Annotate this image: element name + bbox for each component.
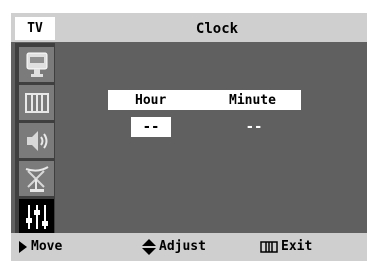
- adjust-arrows-icon: [142, 239, 156, 255]
- picture-icon: [26, 52, 47, 77]
- osd-menu: TV Clock Hour Minute -- -- Move Adjust E…: [11, 13, 367, 261]
- clock-labels-bar: Hour Minute: [108, 90, 301, 110]
- hour-field[interactable]: --: [131, 117, 171, 137]
- sidebar-item-channel[interactable]: [19, 85, 54, 120]
- minute-field[interactable]: --: [239, 117, 269, 137]
- setup-icon: [25, 204, 48, 229]
- hour-label: Hour: [135, 93, 167, 108]
- exit-label: Exit: [281, 239, 313, 254]
- sound-icon: [26, 130, 47, 151]
- antenna-icon: [25, 165, 49, 192]
- menu-footer: Move Adjust Exit: [11, 233, 367, 261]
- sidebar-item-picture[interactable]: [19, 47, 54, 82]
- exit-icon: [260, 241, 278, 253]
- footer-exit: Exit: [260, 233, 312, 261]
- channel-icon: [24, 92, 49, 113]
- menu-header: TV Clock: [11, 13, 367, 42]
- sidebar-item-antenna[interactable]: [19, 161, 54, 196]
- move-label: Move: [31, 239, 63, 254]
- move-arrow-icon: [19, 241, 27, 253]
- menu-sidebar: [15, 43, 55, 234]
- menu-title: Clock: [195, 21, 239, 37]
- sidebar-item-setup[interactable]: [19, 199, 54, 234]
- sidebar-item-sound[interactable]: [19, 123, 54, 158]
- footer-move: Move: [18, 233, 62, 261]
- footer-adjust: Adjust: [142, 233, 206, 261]
- tv-badge: TV: [15, 17, 55, 40]
- minute-label: Minute: [229, 93, 276, 108]
- adjust-label: Adjust: [159, 239, 206, 254]
